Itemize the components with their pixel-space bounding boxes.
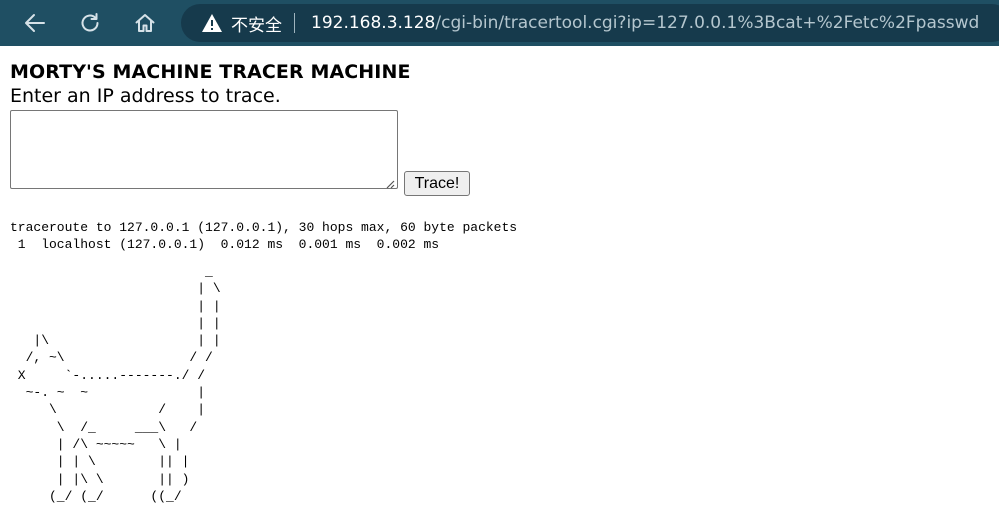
address-bar[interactable]: 不安全 192.168.3.128/cgi-bin/tracertool.cgi… <box>181 4 999 42</box>
address-separator <box>294 13 295 33</box>
home-icon <box>133 11 157 35</box>
ip-input[interactable] <box>10 110 398 189</box>
home-button[interactable] <box>127 5 163 41</box>
url-host: 192.168.3.128 <box>311 13 436 33</box>
refresh-button[interactable] <box>72 5 108 41</box>
cat-ascii-art: _ | \ | | | | |\ | | /, ~\ / / X `-.....… <box>17 264 221 504</box>
back-button[interactable] <box>17 5 53 41</box>
page-title: MORTY'S MACHINE TRACER MACHINE <box>10 61 411 83</box>
page-header: MORTY'S MACHINE TRACER MACHINE Enter an … <box>10 60 411 108</box>
security-label[interactable]: 不安全 <box>231 11 282 36</box>
back-arrow-icon <box>23 11 47 35</box>
resize-grip-icon[interactable] <box>385 176 395 189</box>
ip-prompt-label: Enter an IP address to trace. <box>10 85 281 107</box>
url-path: /cgi-bin/tracertool.cgi?ip=127.0.0.1%3Bc… <box>435 13 980 33</box>
warning-icon[interactable] <box>201 13 223 33</box>
traceroute-output: traceroute to 127.0.0.1 (127.0.0.1), 30 … <box>10 220 518 253</box>
browser-toolbar: 不安全 192.168.3.128/cgi-bin/tracertool.cgi… <box>0 0 999 46</box>
refresh-icon <box>78 11 102 35</box>
trace-button[interactable]: Trace! <box>404 171 470 196</box>
